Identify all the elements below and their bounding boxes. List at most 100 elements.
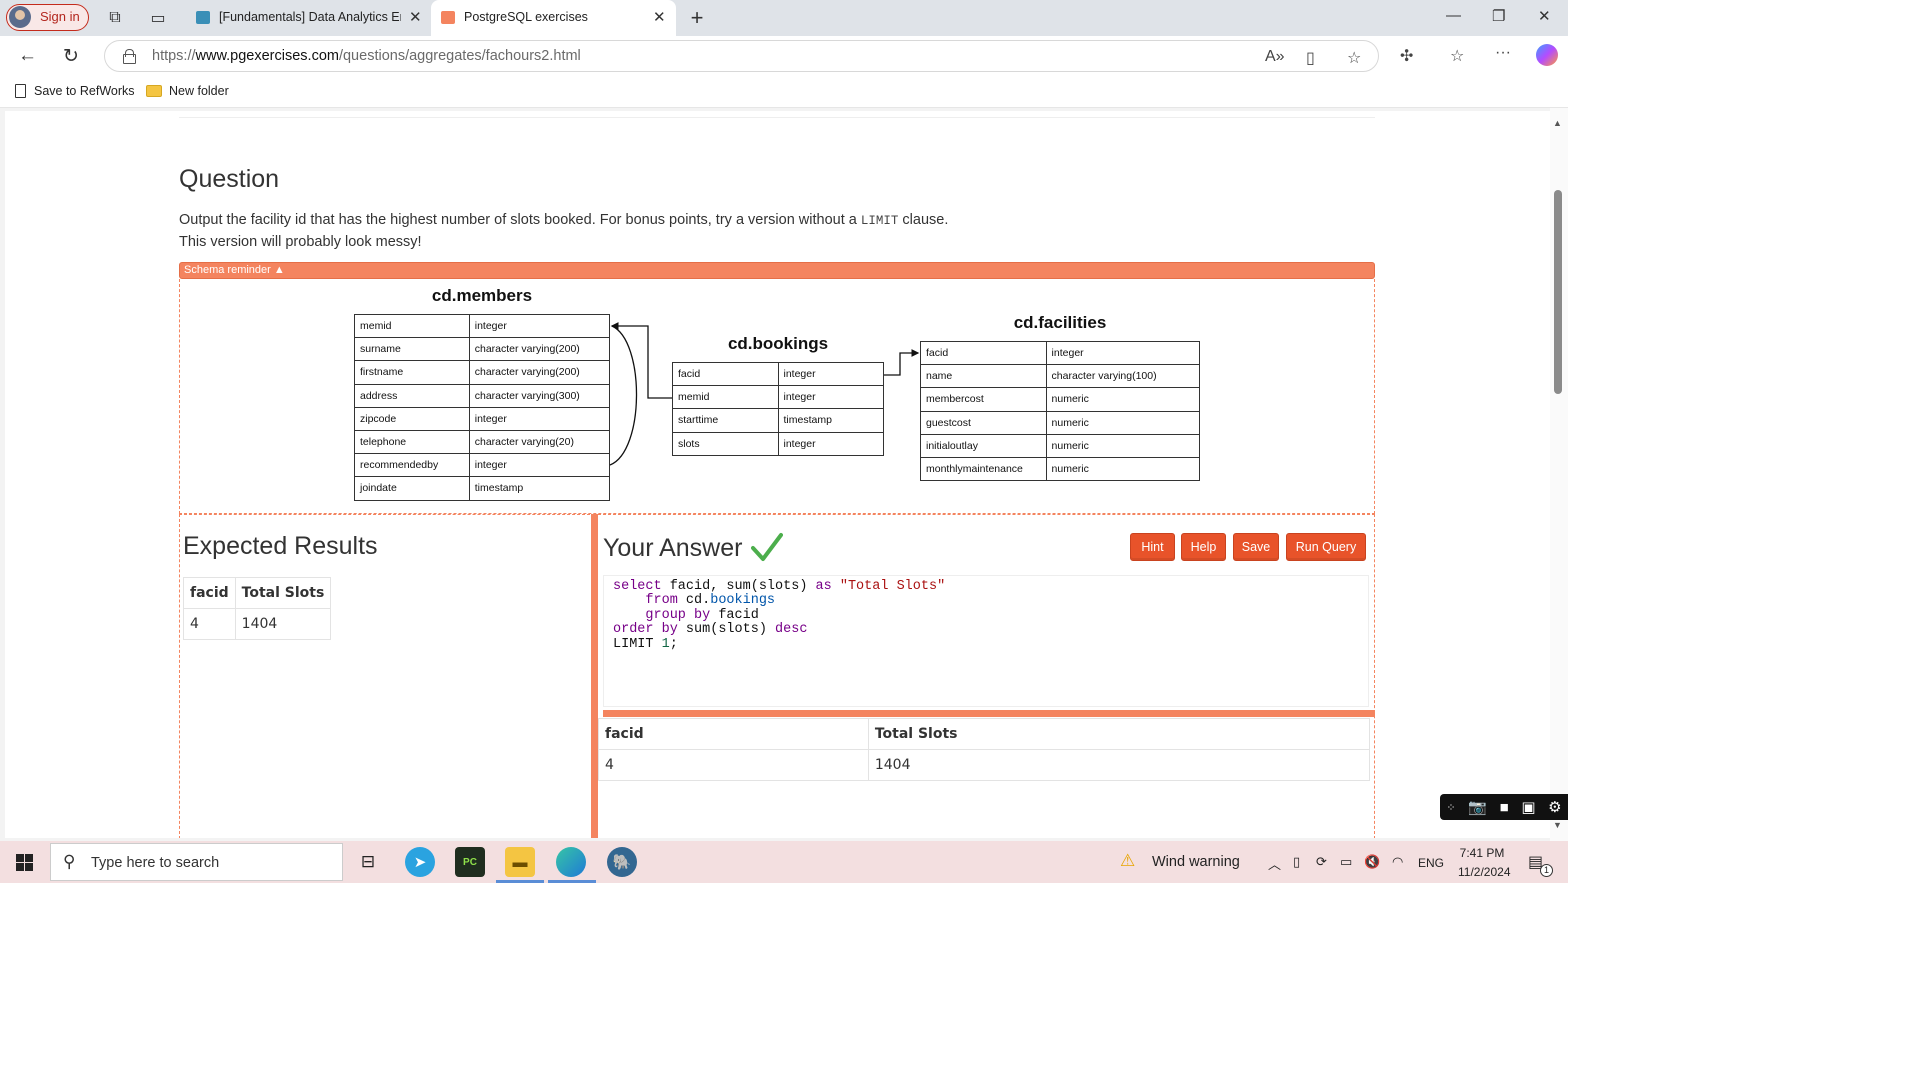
hint-button[interactable]: Hint — [1130, 533, 1175, 561]
lock-icon — [123, 49, 136, 64]
editor-resize-handle[interactable] — [603, 710, 1375, 717]
tab-title: PostgreSQL exercises — [464, 10, 588, 24]
column-header: facid — [598, 718, 869, 750]
table-row: 4 1404 — [598, 749, 1371, 781]
clock[interactable]: 7:41 PM 11/2/2024 — [1458, 846, 1511, 879]
page-viewport: Question Output the facility id that has… — [0, 108, 1568, 841]
minimize-icon[interactable]: — — [1446, 7, 1461, 24]
scroll-up-icon[interactable]: ▲ — [1553, 118, 1562, 128]
pge-favicon-icon — [441, 11, 455, 24]
favorite-star-icon[interactable]: ☆ — [1347, 48, 1361, 68]
close-tab-icon[interactable]: ✕ — [653, 8, 666, 26]
telegram-icon[interactable]: ➤ — [405, 847, 435, 877]
sign-in-button[interactable]: Sign in — [6, 4, 89, 31]
save-button[interactable]: Save — [1233, 533, 1279, 561]
close-tab-icon[interactable]: ✕ — [409, 8, 422, 26]
bookings-facid-to-facilities-line — [884, 349, 920, 376]
camera-icon[interactable]: 📷 — [1468, 798, 1487, 816]
edge-browser-icon[interactable] — [556, 847, 586, 877]
wifi-icon[interactable]: ◠ — [1392, 854, 1403, 870]
folder-icon — [146, 85, 162, 97]
favorites-bar: Save to RefWorks New folder — [0, 76, 1568, 108]
table-cell: 4 — [183, 608, 236, 640]
tab-data-analytics[interactable]: [Fundamentals] Data Analytics En ✕ — [186, 0, 431, 36]
column-header: facid — [183, 577, 236, 609]
table-cell: 1404 — [867, 749, 1371, 781]
restore-icon[interactable]: ❐ — [1492, 7, 1505, 25]
postgresql-elephant-icon[interactable]: 🐘 — [607, 847, 637, 877]
sql-editor[interactable]: select facid, sum(slots) as "Total Slots… — [603, 575, 1369, 707]
read-aloud-icon[interactable]: A» — [1265, 48, 1285, 66]
checkmark-icon — [751, 533, 784, 561]
page-icon — [15, 84, 26, 98]
notification-badge: 1 — [1540, 864, 1553, 877]
search-placeholder: Type here to search — [91, 855, 220, 871]
scrollbar-thumb[interactable] — [1554, 190, 1562, 394]
expected-results-panel — [179, 514, 590, 838]
battery-icon[interactable]: ▭ — [1340, 854, 1352, 870]
immersive-reader-icon[interactable]: ▯ — [1306, 48, 1315, 68]
book-icon — [196, 11, 210, 24]
expected-results-table: facid Total Slots 4 1404 — [183, 577, 332, 640]
page-content: Question Output the facility id that has… — [5, 111, 1550, 838]
taskbar-search-box[interactable]: ⚲ Type here to search — [50, 843, 343, 881]
pycharm-icon[interactable]: PC — [455, 847, 485, 877]
relationship-lines — [609, 322, 920, 466]
refresh-icon[interactable]: ↻ — [63, 45, 79, 68]
favorites-list-icon[interactable]: ☆ — [1450, 46, 1464, 66]
settings-gear-icon[interactable]: ⚙ — [1548, 798, 1561, 816]
your-answer-heading: Your Answer — [603, 532, 784, 563]
video-icon[interactable]: ■ — [1500, 799, 1509, 816]
run-query-button[interactable]: Run Query — [1286, 533, 1366, 561]
favorite-save-to-refworks[interactable]: Save to RefWorks — [15, 84, 135, 98]
collections-icon[interactable]: ⧉ — [104, 7, 126, 29]
url-text: https://www.pgexercises.com/questions/ag… — [152, 48, 581, 64]
sign-in-label: Sign in — [40, 9, 80, 24]
weather-text[interactable]: Wind warning — [1152, 854, 1240, 870]
file-explorer-icon[interactable]: ▬ — [505, 847, 535, 877]
scroll-down-icon[interactable]: ▼ — [1553, 820, 1562, 830]
tab-postgresql-exercises[interactable]: PostgreSQL exercises ✕ — [431, 0, 676, 36]
table-row: 4 1404 — [183, 608, 332, 640]
panel-resize-handle[interactable] — [591, 514, 598, 838]
active-app-indicator — [496, 880, 544, 883]
copilot-icon[interactable] — [1536, 44, 1558, 66]
tab-actions-icon[interactable]: ▭ — [147, 7, 169, 29]
show-hidden-icons[interactable]: ︿ — [1268, 854, 1281, 873]
sync-icon[interactable]: ⟳ — [1316, 854, 1327, 870]
active-app-indicator — [548, 880, 596, 883]
browser-tab-bar: Sign in ⧉ ▭ [Fundamentals] Data Analytic… — [0, 0, 1568, 36]
help-button[interactable]: Help — [1181, 533, 1226, 561]
windows-taskbar: ⚲ Type here to search ⊟ ➤ PC ▬ 🐘 ⚠ Wind … — [0, 841, 1568, 883]
bookings-memid-to-members-line — [610, 322, 672, 399]
column-header: Total Slots — [234, 577, 332, 609]
favorite-new-folder[interactable]: New folder — [146, 84, 229, 98]
device-icon[interactable]: ▯ — [1293, 854, 1300, 870]
table-cell: 4 — [598, 749, 869, 781]
window-capture-icon[interactable]: ▣ — [1521, 798, 1535, 816]
language-indicator[interactable]: ENG — [1418, 856, 1444, 870]
close-window-icon[interactable]: ✕ — [1538, 7, 1551, 25]
new-tab-icon[interactable]: + — [686, 5, 708, 30]
task-view-icon[interactable]: ⊟ — [353, 847, 383, 877]
sql-code[interactable]: select facid, sum(slots) as "Total Slots… — [613, 579, 945, 652]
address-bar-row: ← ↻ https://www.pgexercises.com/question… — [0, 36, 1568, 76]
volume-muted-icon[interactable]: 🔇 — [1364, 854, 1380, 870]
expected-results-heading: Expected Results — [183, 532, 378, 560]
column-header: Total Slots — [867, 718, 1371, 750]
profile-avatar — [9, 6, 31, 28]
search-icon: ⚲ — [63, 852, 76, 871]
url-field[interactable]: https://www.pgexercises.com/questions/ag… — [104, 40, 1379, 72]
pin-icon[interactable]: ⁘ — [1446, 801, 1455, 814]
table-cell: 1404 — [234, 608, 332, 640]
page-scrollbar[interactable]: ▲ ▼ — [1550, 108, 1568, 841]
extensions-icon[interactable]: ✣ — [1400, 46, 1413, 66]
warning-icon[interactable]: ⚠ — [1120, 851, 1135, 871]
tab-title: [Fundamentals] Data Analytics En — [219, 10, 401, 24]
windows-start-icon[interactable] — [16, 854, 33, 871]
back-icon[interactable]: ← — [18, 45, 37, 67]
more-menu-icon[interactable]: ··· — [1495, 44, 1511, 62]
members-recommendedby-line — [609, 325, 638, 466]
query-results-table: facid Total Slots 4 1404 — [598, 718, 1371, 781]
capture-toolbar: ⁘ 📷 ■ ▣ ⚙ — [1440, 794, 1568, 820]
